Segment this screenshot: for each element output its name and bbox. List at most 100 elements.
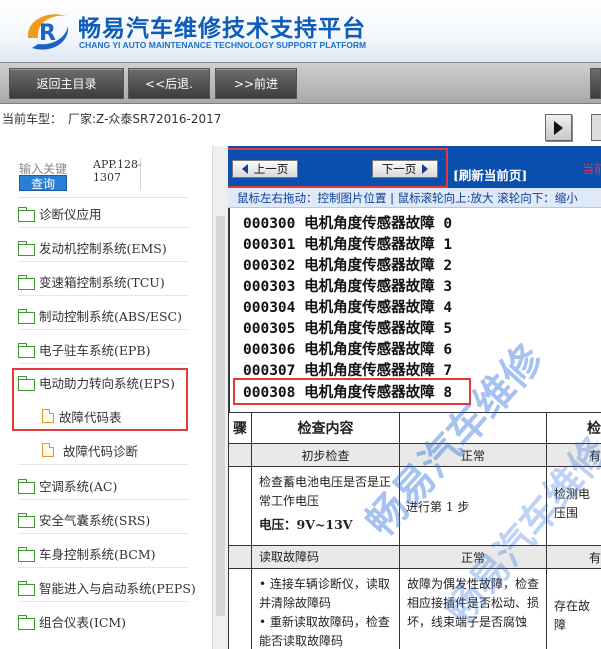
forward-button[interactable]: >>前进: [215, 68, 297, 99]
diagnosis-table: 骤 检查内容 检 初步检查 正常 有 检查蓄电池电压是否是正常工作电压 电压：9…: [228, 412, 601, 649]
expand-arrow-icon[interactable]: [545, 114, 572, 141]
main-toolbar: 返回主目录 <<后退. >>前进: [0, 62, 601, 104]
col-result-header: [399, 412, 547, 444]
folder-icon: [18, 240, 35, 256]
tree-item-label: 制动控制系统(ABS/ESC): [39, 308, 182, 324]
tree-item-label: 变速箱控制系统(TCU): [39, 274, 165, 290]
tree-item-diagnostic-app[interactable]: 诊断仪应用: [18, 199, 102, 227]
tree-item-label: 空调系统(AC): [39, 478, 118, 494]
divider: [18, 533, 188, 534]
current-model-label: 当前车型：: [2, 112, 63, 126]
tree-item-peps[interactable]: 智能进入与启动系统(PEPS): [18, 573, 196, 601]
divider: [18, 499, 188, 500]
current-page-label: 当前: [582, 162, 601, 176]
table-cell: 读取故障码: [251, 545, 400, 569]
tree-item-ac[interactable]: 空调系统(AC): [18, 471, 117, 499]
zoom-hint: 鼠标左右拖动：控制图片位置 | 鼠标滚轮向上:放大 滚轮向下：缩小: [228, 188, 601, 208]
folder-icon: [18, 342, 35, 358]
brand-title: 畅易汽车维修技术支持平台: [78, 16, 366, 42]
refresh-page-link[interactable]: [刷新当前页]: [453, 165, 527, 184]
highlight-box-eps: [12, 368, 188, 431]
folder-icon: [18, 614, 35, 630]
tree-item-label: 安全气囊系统(SRS): [39, 512, 151, 528]
table-cell: • 连接车辆诊断仪，读取并清除故障码 • 重新读取故障码，检查能否读取故障码: [251, 568, 400, 649]
folder-icon: [18, 274, 35, 290]
divider: [18, 329, 188, 330]
col-result-header-2: 检: [546, 412, 601, 444]
tree-item-icm[interactable]: 组合仪表(ICM): [18, 607, 126, 635]
sidebar-scrollbar[interactable]: [212, 146, 228, 649]
fault-code-line: 000303 电机角度传感器故障 3: [243, 279, 453, 295]
current-model-value: 厂家:Z-众泰SR72016-2017: [68, 112, 222, 126]
table-cell: 检查蓄电池电压是否是正常工作电压 电压：9V~13V: [251, 466, 400, 546]
divider: [18, 464, 188, 465]
toolbar-overflow-button[interactable]: [590, 68, 601, 99]
tree-item-label: 电子驻车系统(EPB): [39, 342, 151, 358]
app-header: R 畅易汽车维修技术支持平台 CHANG YI AUTO MAINTENANCE…: [0, 0, 601, 62]
divider: [18, 295, 188, 296]
check-text: 检查蓄电池电压是否是正常工作电压: [259, 475, 392, 508]
scrollbar-thumb[interactable]: [216, 216, 225, 616]
divider: [18, 601, 188, 602]
fault-code-line: 000307 电机角度传感器故障 7: [243, 363, 453, 379]
table-cell: [228, 466, 252, 546]
fault-code-line: 000306 电机角度传感器故障 6: [243, 342, 453, 358]
tree-item-label: 组合仪表(ICM): [39, 614, 127, 630]
tree-item-label: 车身控制系统(BCM): [39, 546, 156, 562]
table-cell: 有: [546, 443, 601, 467]
back-button[interactable]: <<后退.: [128, 68, 210, 99]
table-cell: 存在故障: [546, 568, 601, 649]
fault-code-line: 000301 电机角度传感器故障 1: [243, 237, 453, 253]
table-cell: 故障为偶发性故障，检查相应接插件是否松动、损坏，线束端子是否腐蚀: [399, 568, 547, 649]
fault-code-line: 000305 电机角度传感器故障 5: [243, 321, 453, 337]
search-divider: [140, 158, 141, 190]
folder-icon: [18, 206, 35, 222]
tree-item-tcu[interactable]: 变速箱控制系统(TCU): [18, 267, 165, 295]
folder-icon: [18, 308, 35, 324]
col-check-header: 检查内容: [251, 412, 400, 444]
svg-text:R: R: [39, 21, 56, 46]
highlight-box-code-308: [233, 378, 471, 405]
divider: [18, 567, 188, 568]
table-cell: 初步检查: [251, 443, 400, 467]
fault-code-line: 000300 电机角度传感器故障 0: [243, 216, 453, 232]
tree-item-abs-esc[interactable]: 制动控制系统(ABS/ESC): [18, 301, 182, 329]
divider: [18, 261, 188, 262]
folder-icon: [18, 512, 35, 528]
app-id: APP.128-1307: [93, 158, 142, 184]
fault-code-line: 000302 电机角度传感器故障 2: [243, 258, 453, 274]
document-viewer: 上一页 下一页 [刷新当前页] 当前 鼠标左右拖动：控制图片位置 | 鼠标滚轮向…: [228, 146, 601, 649]
table-cell: [228, 443, 252, 467]
table-cell: 进行第 1 步: [399, 466, 547, 546]
fault-code-line: 000304 电机角度传感器故障 4: [243, 300, 453, 316]
extra-arrow-button[interactable]: [591, 114, 601, 141]
category-sidebar: 输入关键 查询 APP.128-1307 诊断仪应用 发动机控制系统(EMS) …: [0, 146, 212, 649]
tree-item-fault-code-diagnosis[interactable]: 故障代码诊断: [42, 436, 138, 464]
result-text: 故障为偶发性故障，检查相应接插件是否松动、损坏，线束端子是否腐蚀: [407, 577, 540, 629]
tree-item-bcm[interactable]: 车身控制系统(BCM): [18, 539, 156, 567]
table-cell: [228, 568, 252, 649]
folder-icon: [18, 478, 35, 494]
table-cell: [228, 545, 252, 569]
col-step-header: 骤: [228, 412, 252, 444]
divider: [18, 227, 188, 228]
extra-text: 存在故障: [554, 599, 591, 632]
home-button[interactable]: 返回主目录: [9, 68, 124, 99]
folder-icon: [18, 546, 35, 562]
check-text: • 连接车辆诊断仪，读取并清除故障码 • 重新读取故障码，检查能否读取故障码: [259, 577, 390, 648]
folder-icon: [18, 580, 35, 596]
table-cell: 检测电压围: [546, 466, 601, 546]
table-cell: 有: [546, 545, 601, 569]
search-button[interactable]: 查询: [19, 175, 67, 191]
extra-text: 检测电压围: [554, 487, 591, 520]
check-text: 读取故障码: [259, 550, 320, 564]
vehicle-info-bar: 当前车型： 厂家:Z-众泰SR72016-2017: [0, 104, 601, 146]
tree-item-ems[interactable]: 发动机控制系统(EMS): [18, 233, 167, 261]
document-image[interactable]: 000300 电机角度传感器故障 0 000301 电机角度传感器故障 1 00…: [228, 208, 601, 649]
highlight-box-pager: [228, 148, 448, 188]
sidebar-separator: [18, 197, 188, 198]
tree-item-srs[interactable]: 安全气囊系统(SRS): [18, 505, 150, 533]
tree-item-epb[interactable]: 电子驻车系统(EPB): [18, 335, 150, 363]
tree-item-label: 故障代码诊断: [63, 443, 139, 459]
current-model: 当前车型： 厂家:Z-众泰SR72016-2017: [2, 110, 221, 127]
